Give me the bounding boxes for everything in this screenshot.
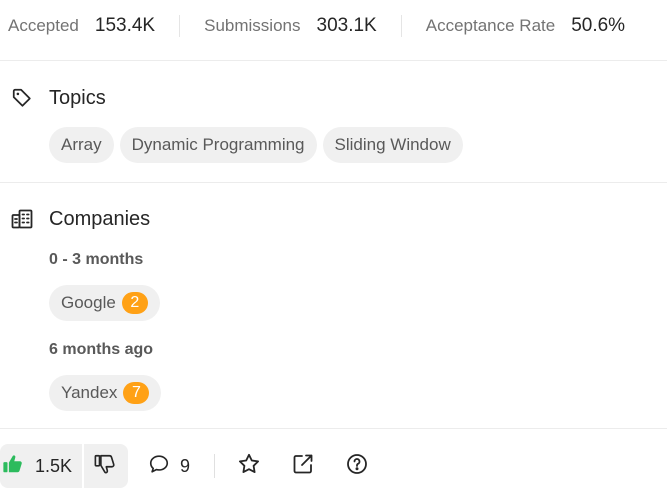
period-label: 6 months ago	[49, 341, 154, 358]
company-tag-google[interactable]: Google 2	[49, 285, 160, 321]
thumbs-down-icon	[94, 453, 116, 480]
period-label: 0 - 3 months	[49, 251, 144, 268]
star-icon	[237, 452, 261, 481]
topics-title: Topics	[49, 86, 106, 109]
share-button[interactable]	[291, 452, 315, 481]
company-count-badge: 2	[121, 292, 148, 314]
section-divider	[0, 428, 667, 429]
accepted-label: Accepted	[8, 16, 79, 35]
tag-icon	[10, 86, 34, 110]
like-count: 1.5K	[35, 455, 73, 476]
acceptance-rate-label: Acceptance Rate	[425, 16, 556, 35]
submissions-label: Submissions	[204, 16, 301, 35]
stat-acceptance-rate: Acceptance Rate 50.6%	[426, 15, 625, 37]
acceptance-rate-value: 50.6%	[571, 15, 626, 36]
section-divider	[0, 60, 667, 61]
comment-icon	[148, 453, 170, 480]
topic-tags: Array Dynamic Programming Sliding Window	[49, 127, 463, 163]
comments-button[interactable]: 9	[148, 453, 190, 480]
dislike-button[interactable]	[84, 444, 128, 488]
comment-count: 9	[180, 455, 191, 476]
companies-title: Companies	[49, 207, 151, 230]
building-icon	[10, 207, 34, 231]
companies-header[interactable]: Companies	[10, 207, 150, 231]
help-button[interactable]	[345, 452, 369, 481]
vote-group: 1.5K	[0, 444, 129, 488]
submissions-value: 303.1K	[316, 15, 377, 36]
stat-accepted: Accepted 153.4K	[8, 15, 155, 37]
topic-tag[interactable]: Sliding Window	[322, 127, 463, 163]
like-button[interactable]: 1.5K	[0, 444, 82, 488]
company-tag-yandex[interactable]: Yandex 7	[49, 375, 162, 411]
company-tags: Yandex 7	[49, 375, 162, 411]
stat-submissions: Submissions 303.1K	[204, 15, 377, 37]
section-divider	[0, 182, 667, 183]
share-icon	[291, 452, 315, 481]
favorite-button[interactable]	[237, 452, 261, 481]
stat-divider	[400, 15, 402, 37]
topics-header[interactable]: Topics	[10, 86, 106, 110]
topic-tag[interactable]: Dynamic Programming	[119, 127, 317, 163]
topic-tag[interactable]: Array	[49, 127, 114, 163]
help-icon	[345, 452, 369, 481]
company-count-badge: 7	[123, 382, 150, 404]
company-name: Google	[61, 293, 116, 312]
action-bar: 1.5K 9	[0, 444, 667, 488]
company-name: Yandex	[61, 383, 118, 402]
accepted-value: 153.4K	[94, 15, 156, 36]
thumbs-up-icon	[2, 453, 24, 480]
company-tags: Google 2	[49, 285, 160, 321]
stat-divider	[179, 15, 181, 37]
stats-row: Accepted 153.4K Submissions 303.1K Accep…	[8, 12, 667, 40]
action-divider	[214, 454, 216, 478]
